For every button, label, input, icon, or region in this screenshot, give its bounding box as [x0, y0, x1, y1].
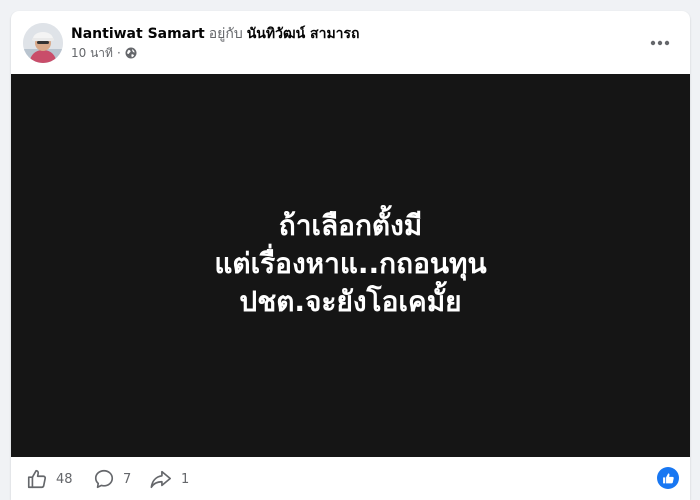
like-badge-icon[interactable] [657, 467, 679, 489]
share-button[interactable]: 1 [149, 465, 189, 493]
comment-icon [93, 468, 115, 490]
media-text-line: ปชต.จะยังโอเคมั้ย [239, 284, 462, 318]
post-card: Nantiwat Samart อยู่กับ นันทิวัฒน์ สามารถ … [11, 11, 690, 500]
comment-count: 7 [123, 471, 132, 487]
thumbs-up-icon [26, 468, 48, 490]
avatar[interactable] [23, 23, 63, 63]
avatar-image [23, 23, 63, 63]
share-icon [149, 468, 173, 490]
post-meta: 10 นาที · [71, 45, 137, 61]
globe-icon[interactable] [125, 47, 137, 59]
tagged-name[interactable]: นันทิวัฒน์ สามารถ [247, 26, 360, 42]
author-line: Nantiwat Samart อยู่กับ นันทิวัฒน์ สามารถ [71, 25, 360, 43]
share-count: 1 [181, 471, 190, 487]
post-time[interactable]: 10 นาที [71, 45, 113, 61]
media-text-line: แต่เรื่องหาแ..กถอนทุน [214, 246, 487, 280]
more-options-icon[interactable] [642, 25, 678, 61]
comment-button[interactable]: 7 [93, 465, 131, 493]
reaction-count: 48 [56, 471, 73, 487]
post-header: Nantiwat Samart อยู่กับ นันทิวัฒน์ สามารถ … [11, 11, 690, 75]
meta-separator: · [116, 46, 121, 60]
author-name[interactable]: Nantiwat Samart [71, 26, 205, 42]
post-media[interactable]: ถ้าเลือกตั้งมี แต่เรื่องหาแ..กถอนทุน ปชต… [11, 74, 690, 457]
media-text: ถ้าเลือกตั้งมี แต่เรื่องหาแ..กถอนทุน ปชต… [214, 207, 486, 321]
like-button[interactable]: 48 [26, 465, 73, 493]
post-footer: 48 7 1 [11, 457, 690, 500]
with-text: อยู่กับ [208, 26, 243, 42]
media-text-line: ถ้าเลือกตั้งมี [278, 208, 423, 242]
